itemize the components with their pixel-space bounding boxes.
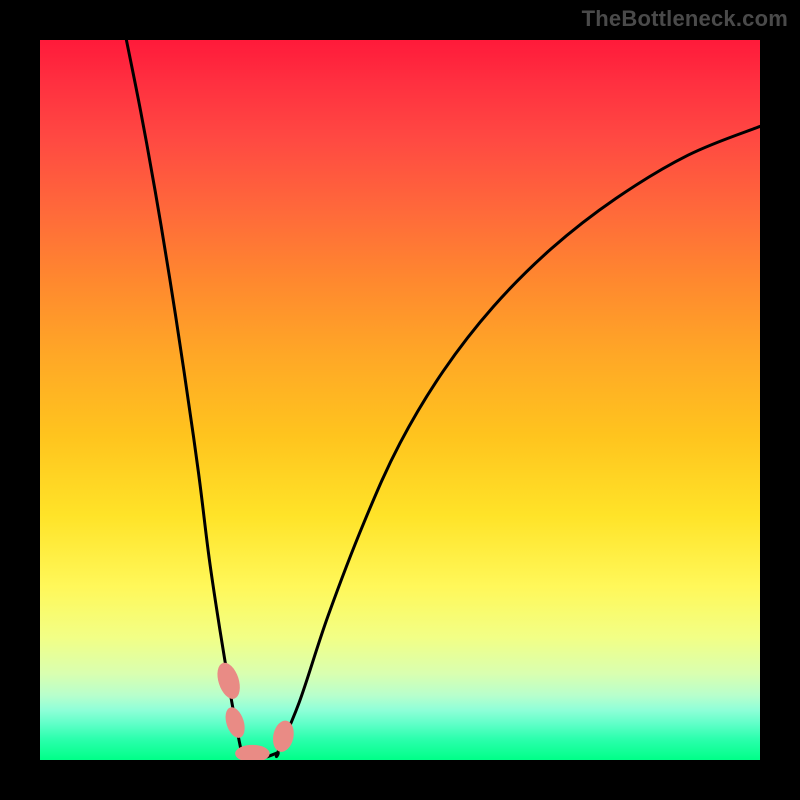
marker-0: [213, 660, 244, 702]
curve-layer: [40, 40, 760, 760]
bottleneck-curve: [126, 40, 760, 759]
chart-frame: TheBottleneck.com: [0, 0, 800, 800]
marker-1: [222, 705, 248, 740]
marker-3: [270, 719, 296, 754]
watermark-text: TheBottleneck.com: [582, 6, 788, 32]
plot-area: [40, 40, 760, 760]
